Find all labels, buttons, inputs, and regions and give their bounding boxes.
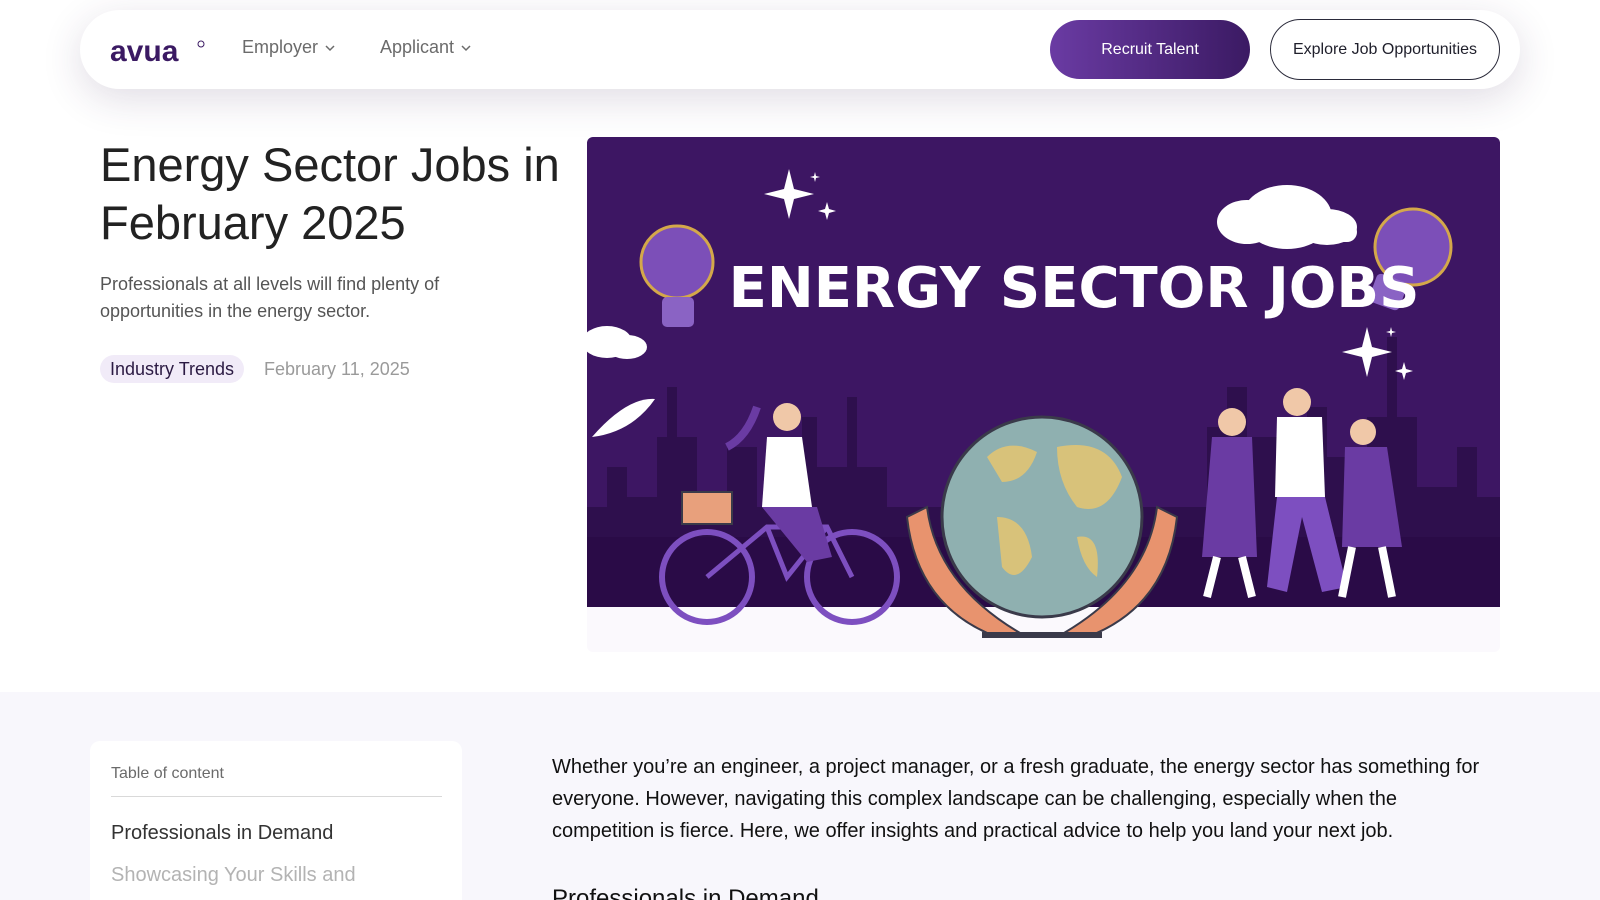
publish-date: February 11, 2025: [264, 359, 410, 379]
avua-logo[interactable]: avua: [110, 35, 206, 68]
applicant-menu-label: Applicant: [380, 37, 455, 57]
hero-illustration: ENERGY SECTOR JOBS: [587, 137, 1500, 652]
toc-item-professionals-in-demand[interactable]: Professionals in Demand: [111, 822, 333, 845]
page-title: Energy Sector Jobs in February 2025: [100, 138, 560, 249]
hero-image-headline: ENERGY SECTOR JOBS: [729, 256, 1420, 321]
category-tag[interactable]: Industry Trends: [100, 355, 245, 383]
toc-item-showcasing-skills[interactable]: Showcasing Your Skills and: [111, 864, 356, 887]
top-navbar: avua Employer Applicant Recruit Talent E…: [80, 10, 1520, 89]
applicant-menu[interactable]: Applicant: [380, 37, 472, 58]
page-subtitle: Professionals at all levels will find pl…: [100, 274, 440, 321]
chevron-down-icon: [325, 44, 335, 51]
article-intro: Whether you’re an engineer, a project ma…: [552, 756, 1480, 842]
toc-divider: [111, 796, 442, 797]
chevron-down-icon: [461, 44, 471, 51]
table-of-contents: Table of content Professionals in Demand…: [90, 741, 462, 900]
toc-heading: Table of content: [111, 765, 224, 782]
employer-menu[interactable]: Employer: [242, 37, 336, 58]
article-section-heading: Professionals in Demand: [552, 885, 819, 900]
svg-text:avua: avua: [110, 38, 179, 66]
explore-jobs-button[interactable]: Explore Job Opportunities: [1270, 19, 1500, 80]
recruit-talent-button[interactable]: Recruit Talent: [1050, 20, 1250, 79]
employer-menu-label: Employer: [242, 37, 319, 57]
